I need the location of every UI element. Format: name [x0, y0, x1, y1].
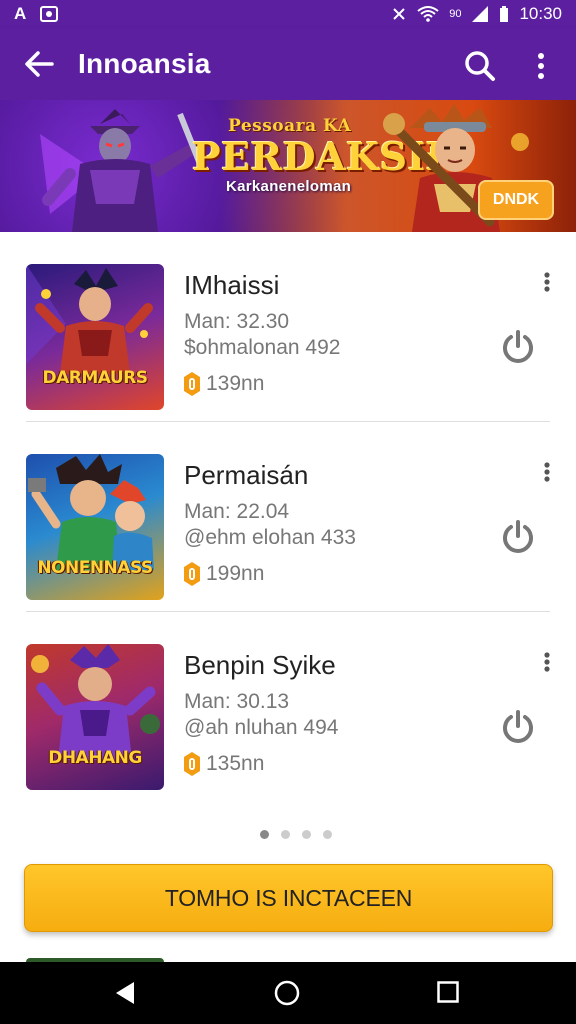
arrow-left-icon [25, 51, 54, 77]
game-list: DARMAURS IMhaissi Man: 32.30 $ohmalonan … [0, 232, 576, 802]
nav-home-icon[interactable] [274, 980, 300, 1006]
banner-cta-button[interactable]: DNDK [478, 180, 554, 220]
coin-badge: 199nn [184, 562, 264, 586]
item-menu-button[interactable] [536, 648, 558, 676]
carrier-icon: A [14, 4, 27, 23]
villain-character-art [40, 109, 203, 232]
item-power-button[interactable] [498, 328, 538, 368]
badge-value: 135nn [206, 752, 265, 775]
list-item[interactable]: DHAHANG Benpin Syike Man: 30.13 @ah nluh… [0, 612, 576, 802]
clock: 10:30 [519, 4, 562, 23]
item-power-button[interactable] [498, 518, 538, 558]
game-meta-secondary: @ah nluhan 494 [184, 716, 339, 739]
wifi-icon [417, 6, 439, 22]
page-indicator [260, 830, 332, 839]
battery-icon [500, 6, 509, 22]
badge-value: 139nn [206, 372, 265, 395]
screen: A 90 10:30 Innoansia Pessoara KA PERDAKS… [0, 0, 576, 1024]
game-thumbnail: DARMAURS [26, 264, 164, 410]
item-power-button[interactable] [498, 708, 538, 748]
banner-tagline: Karkaneneloman [226, 178, 352, 195]
overflow-menu-button[interactable] [526, 46, 556, 86]
page-dot[interactable] [323, 830, 332, 839]
coin-badge: 135nn [184, 752, 264, 776]
status-left: A [14, 4, 59, 24]
coin-badge: 139nn [184, 372, 264, 396]
page-dot-active[interactable] [260, 830, 269, 839]
signal-icon [472, 6, 489, 22]
back-button[interactable] [0, 28, 64, 100]
app-bar: Innoansia [0, 28, 576, 100]
search-icon [465, 51, 495, 81]
vibrate-icon [393, 8, 405, 20]
nav-back-icon[interactable] [114, 981, 136, 1005]
game-meta-primary: Man: 32.30 [184, 310, 290, 333]
more-vertical-icon [544, 652, 550, 672]
game-meta-secondary: @ehm elohan 433 [184, 526, 356, 549]
list-item[interactable]: NONENNASS Permaisán Man: 22.04 @ehm eloh… [0, 422, 576, 612]
badge-value: 199nn [206, 562, 265, 585]
character-art [26, 264, 153, 374]
more-vertical-icon [544, 272, 550, 292]
status-bar: A 90 10:30 [0, 0, 576, 28]
promo-banner[interactable]: Pessoara KA PERDAKSH Karkaneneloman DNDK [0, 100, 576, 232]
coin-icon [184, 372, 200, 396]
coin-icon [184, 562, 200, 586]
power-icon [503, 330, 533, 363]
game-meta-primary: Man: 22.04 [184, 500, 290, 523]
item-menu-button[interactable] [536, 458, 558, 486]
primary-cta-button[interactable]: TOMHO IS INCTACEEN [24, 864, 553, 932]
item-menu-button[interactable] [536, 268, 558, 296]
page-dot[interactable] [281, 830, 290, 839]
game-meta-primary: Man: 30.13 [184, 690, 290, 713]
coin-icon [184, 752, 200, 776]
more-vertical-icon [538, 53, 544, 79]
power-icon [503, 520, 533, 553]
character-art [28, 454, 154, 570]
page-title: Innoansia [78, 48, 211, 79]
power-icon [503, 710, 533, 743]
thumbnail-title: DARMAURS [42, 368, 148, 388]
more-vertical-icon [544, 462, 550, 482]
search-button[interactable] [460, 46, 500, 86]
notification-icon [40, 6, 59, 22]
game-thumbnail: NONENNASS [26, 454, 164, 600]
game-name: IMhaissi [184, 270, 280, 300]
game-thumbnail: DHAHANG [26, 644, 164, 790]
banner-subtitle: Pessoara KA [228, 116, 352, 136]
status-right: 90 10:30 [391, 4, 562, 24]
list-item[interactable]: DARMAURS IMhaissi Man: 32.30 $ohmalonan … [0, 232, 576, 422]
signal-text: 90 [449, 8, 462, 20]
character-art [31, 644, 160, 760]
nav-recents-icon[interactable] [437, 981, 459, 1003]
thumbnail-title: DHAHANG [48, 748, 142, 768]
page-dot[interactable] [302, 830, 311, 839]
game-name: Permaisán [184, 460, 309, 490]
thumbnail-title: NONENNASS [37, 558, 153, 578]
system-nav-bar [0, 962, 576, 1024]
game-name: Benpin Syike [184, 650, 336, 680]
game-meta-secondary: $ohmalonan 492 [184, 336, 341, 359]
